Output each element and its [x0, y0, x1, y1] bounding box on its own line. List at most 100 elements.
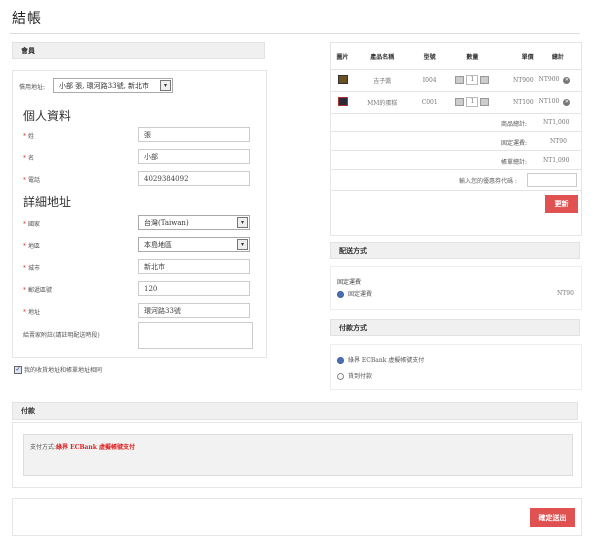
country-value: 台灣(Taiwan) — [144, 218, 189, 227]
quantity-stepper[interactable]: 1 — [449, 69, 496, 91]
member-header: 會員 — [12, 42, 265, 59]
shipping-method-panel: 固定運費 固定運費 NT90 — [330, 266, 582, 310]
common-address-label: 慣用地址: — [19, 84, 46, 91]
address-label: * 地址 — [23, 309, 41, 316]
column-header: 型號 — [423, 54, 436, 62]
plus-icon[interactable] — [480, 98, 490, 106]
plus-icon[interactable] — [480, 76, 490, 84]
shipping-total-label: 固定運費: — [501, 140, 528, 147]
country-select[interactable]: 台灣(Taiwan) ▾ — [138, 215, 250, 230]
cart-panel: 圖片 產品名稱 型號 數量 單價 總計 吉子醬 I004 1 NT900 NT9… — [330, 42, 582, 236]
product-name-link[interactable]: 吉子醬 — [354, 69, 410, 91]
shipping-method-header: 配送方式 — [330, 242, 580, 259]
remove-icon[interactable]: ✕ — [563, 77, 571, 84]
quantity-stepper[interactable]: 1 — [449, 91, 496, 113]
payment-info-box: 支付方式:綠界 ECBank 虛擬帳號支付 — [23, 434, 573, 476]
chevron-down-icon: ▾ — [237, 217, 248, 228]
product-name-link[interactable]: MM的蛋糕 — [354, 91, 410, 113]
confirm-panel: 確定送出 — [12, 498, 582, 536]
phone-field[interactable]: 4029384092 — [138, 171, 250, 186]
column-header: 數量 — [466, 54, 479, 62]
minus-icon[interactable] — [455, 98, 465, 106]
shipping-option-label: 固定運費 — [348, 291, 373, 298]
phone-label: * 電話 — [23, 177, 41, 184]
unit-price: NT900 — [512, 76, 534, 84]
remove-icon[interactable]: ✕ — [563, 99, 571, 106]
payment-option-ecbank[interactable]: 綠界 ECBank 虛擬帳號支付 — [337, 355, 424, 364]
product-model: I004 — [422, 76, 437, 84]
table-row: MM的蛋糕 C001 1 NT100 NT100 ✕ — [331, 91, 581, 113]
product-thumbnail[interactable] — [337, 96, 348, 106]
cart-table: 圖片 產品名稱 型號 數量 單價 總計 吉子醬 I004 1 NT900 NT9… — [331, 45, 581, 114]
first-name-label: * 名 — [23, 155, 35, 162]
row-total: NT100 — [538, 98, 560, 105]
payment-method-header: 付款方式 — [330, 319, 580, 336]
radio-unselected-icon[interactable] — [337, 373, 344, 380]
common-address-value: 小部 張, 環河路33號, 新北市 — [59, 81, 150, 90]
personal-info-title: 個人資料 — [23, 109, 72, 123]
address-details-title: 詳細地址 — [23, 195, 72, 209]
payment-header: 付款 — [12, 402, 578, 420]
last-name-field[interactable]: 張 — [138, 127, 250, 142]
subtotal-label: 商品總計: — [501, 121, 528, 128]
update-button[interactable]: 更新 — [545, 195, 578, 213]
confirm-submit-button[interactable]: 確定送出 — [530, 508, 575, 527]
cart-header-row: 圖片 產品名稱 型號 數量 單價 總計 — [331, 45, 581, 69]
shipping-group-title: 固定運費 — [337, 279, 362, 286]
divider — [10, 33, 580, 34]
quantity-input[interactable]: 1 — [466, 75, 479, 85]
common-address-select[interactable]: 小部 張, 環河路33號, 新北市 ▾ — [53, 78, 173, 93]
city-label: * 城市 — [23, 265, 41, 272]
radio-selected-icon[interactable] — [337, 357, 344, 364]
shipping-total-value: NT90 — [550, 138, 567, 145]
postal-label: * 郵遞區號 — [23, 287, 53, 294]
region-label: * 地區 — [23, 243, 41, 250]
same-address-row[interactable]: ✓ 我的收貨地址和帳單地址相同 — [14, 365, 102, 374]
payment-method-value: 綠界 ECBank 虛擬帳號支付 — [56, 444, 136, 451]
subtotal-value: NT1,000 — [543, 119, 570, 126]
country-label: * 國家 — [23, 221, 41, 228]
region-value: 本島地區 — [144, 240, 172, 249]
column-header: 總計 — [551, 54, 564, 62]
column-header: 單價 — [521, 54, 534, 62]
minus-icon[interactable] — [455, 76, 465, 84]
chevron-down-icon: ▾ — [160, 80, 171, 91]
table-row: 吉子醬 I004 1 NT900 NT900 ✕ — [331, 69, 581, 91]
quantity-input[interactable]: 1 — [466, 97, 479, 107]
grand-total-value: NT1,090 — [543, 157, 570, 164]
coupon-input[interactable] — [527, 173, 577, 187]
payment-option-cod-label: 貨到付款 — [348, 373, 373, 380]
same-address-label: 我的收貨地址和帳單地址相同 — [24, 367, 103, 374]
grand-total-row: 帳單總計: NT1,090 — [331, 151, 581, 170]
address-field[interactable]: 環河路33號 — [138, 303, 250, 318]
column-header: 圖片 — [336, 54, 349, 62]
first-name-field[interactable]: 小部 — [138, 149, 250, 164]
product-model: C001 — [421, 98, 438, 106]
column-header: 產品名稱 — [370, 54, 395, 62]
subtotal-row: 商品總計: NT1,000 — [331, 113, 581, 132]
product-thumbnail[interactable] — [337, 74, 348, 84]
checkbox-checked-icon[interactable]: ✓ — [14, 365, 22, 374]
payment-option-cod[interactable]: 貨到付款 — [337, 371, 372, 380]
grand-total-label: 帳單總計: — [501, 159, 528, 166]
member-form-panel: 慣用地址: 小部 張, 環河路33號, 新北市 ▾ 個人資料 * 姓 張 * 名 小… — [12, 70, 267, 358]
payment-method-panel: 綠界 ECBank 虛擬帳號支付 貨到付款 — [330, 344, 582, 390]
note-textarea[interactable] — [138, 322, 253, 349]
page-title: 結帳 — [12, 11, 42, 27]
coupon-row: 輸入您的優惠券代碼 : — [331, 170, 581, 191]
shipping-total-row: 固定運費: NT90 — [331, 132, 581, 151]
postal-field[interactable]: 120 — [138, 281, 250, 296]
unit-price: NT100 — [512, 98, 534, 106]
payment-option-ecbank-label: 綠界 ECBank 虛擬帳號支付 — [348, 357, 425, 364]
note-label: 給賣家附註(請註明配送時段) — [23, 332, 100, 339]
radio-selected-icon[interactable] — [337, 291, 344, 298]
shipping-option[interactable]: 固定運費 — [337, 289, 372, 298]
coupon-label: 輸入您的優惠券代碼 : — [459, 178, 517, 185]
region-select[interactable]: 本島地區 ▾ — [138, 237, 250, 252]
shipping-option-price: NT90 — [557, 290, 574, 297]
payment-panel: 支付方式:綠界 ECBank 虛擬帳號支付 — [12, 422, 582, 488]
city-field[interactable]: 新北市 — [138, 259, 250, 274]
row-total: NT900 — [538, 76, 560, 83]
payment-method-label: 支付方式: — [30, 444, 57, 451]
chevron-down-icon: ▾ — [237, 239, 248, 250]
